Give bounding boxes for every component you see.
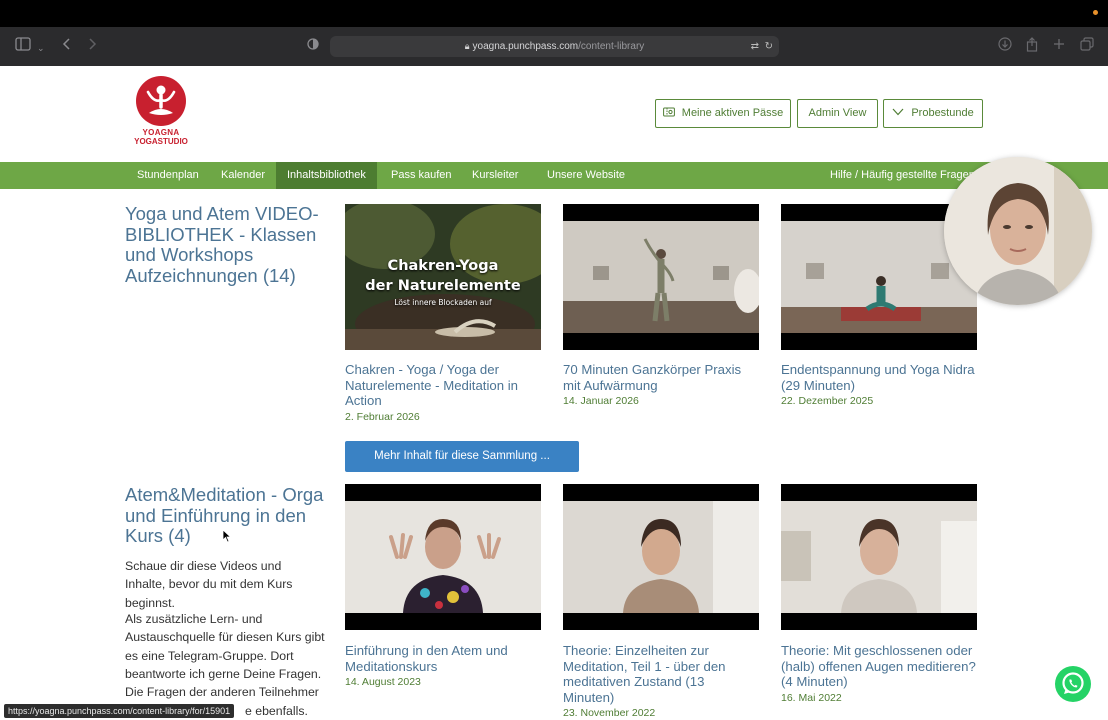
forward-icon[interactable] (87, 37, 97, 56)
admin-view-label: Admin View (808, 107, 867, 119)
nav-item-inhaltsbibliothek[interactable]: Inhaltsbibliothek (276, 162, 377, 189)
thumbnail-image (563, 501, 759, 613)
my-passes-label: Meine aktiven Pässe (681, 107, 784, 119)
logo-text-line1: YOAGNA (142, 128, 180, 137)
webcam-overlay (944, 157, 1092, 305)
top-bar (0, 0, 1108, 27)
new-tab-icon[interactable] (1053, 37, 1065, 55)
video-thumbnail[interactable] (563, 484, 759, 630)
logo-text-line2: YOGASTUDIO (134, 137, 188, 146)
tabs-icon[interactable] (1080, 37, 1094, 56)
thumbnail-image (345, 501, 541, 613)
status-bar-url: https://yoagna.punchpass.com/content-lib… (4, 704, 235, 718)
video-card-title[interactable]: Theorie: Mit geschlossenen oder (halb) o… (781, 643, 977, 690)
download-icon[interactable] (998, 37, 1012, 56)
trial-class-label: Probestunde (911, 107, 974, 119)
video-card-title[interactable]: Einführung in den Atem und Meditationsku… (345, 643, 541, 674)
video-thumbnail[interactable]: Chakren-Yoga der Naturelemente Löst inne… (345, 204, 541, 350)
thumbnail-overlay-line1: Chakren-Yoga (387, 258, 499, 274)
thumbnail-overlay-sub: Löst innere Blockaden auf (394, 298, 492, 307)
chevron-down-icon (892, 107, 907, 119)
video-thumbnail[interactable] (781, 484, 977, 630)
nav-item-stundenplan[interactable]: Stundenplan (126, 162, 210, 189)
sidebar-icon[interactable] (15, 37, 31, 56)
video-card-title[interactable]: Endentspannung und Yoga Nidra (29 Minute… (781, 362, 977, 393)
thumbnail-image (781, 501, 977, 613)
my-passes-button[interactable]: Meine aktiven Pässe (655, 99, 791, 128)
video-card-date: 22. Dezember 2025 (781, 395, 874, 407)
whatsapp-button[interactable] (1055, 666, 1091, 702)
nav-item-unsere-website[interactable]: Unsere Website (536, 162, 636, 189)
thumbnail-overlay-line2: der Naturelemente (365, 278, 521, 294)
studio-logo[interactable]: YOAGNA YOGASTUDIO (128, 76, 194, 154)
video-card-title[interactable]: Chakren - Yoga / Yoga der Naturelemente … (345, 362, 541, 409)
ticket-icon (662, 107, 678, 119)
thumbnail-image (563, 221, 759, 333)
browser-toolbar: ⌄ 🔒︎ yoagna.punchpass.com/content-library… (0, 27, 1108, 66)
shield-icon[interactable] (307, 37, 319, 56)
admin-view-button[interactable]: Admin View (797, 99, 878, 128)
reload-icon[interactable]: ↻ (765, 36, 773, 57)
recording-indicator (1093, 10, 1098, 15)
nav-item-kursleiter[interactable]: Kursleiter (461, 162, 529, 189)
nav-item-pass-kaufen[interactable]: Pass kaufen (380, 162, 463, 189)
whatsapp-icon (1062, 672, 1084, 694)
nav-item-kalender[interactable]: Kalender (210, 162, 276, 189)
url-path: /content-library (578, 41, 645, 52)
address-bar[interactable]: 🔒︎ yoagna.punchpass.com/content-library ⇄… (330, 36, 779, 57)
video-card-title[interactable]: 70 Minuten Ganzkörper Praxis mit Aufwärm… (563, 362, 759, 393)
logo-emblem (136, 76, 186, 126)
section-title-video-library[interactable]: Yoga und Atem VIDEO-BIBLIOTHEK - Klassen… (125, 203, 325, 286)
section-description-tail: e ebenfalls. (245, 704, 308, 718)
translate-icon[interactable]: ⇄ (751, 36, 759, 57)
video-card-date: 14. Januar 2026 (563, 395, 639, 407)
section-description: Als zusätzliche Lern- und Austauschquell… (125, 612, 325, 700)
video-card-date: 16. Mai 2022 (781, 692, 842, 704)
mouse-cursor-icon (222, 529, 232, 543)
back-icon[interactable] (62, 37, 72, 56)
video-thumbnail[interactable] (345, 484, 541, 630)
site-header: YOAGNA YOGASTUDIO Meine aktiven Pässe Ad… (0, 66, 1108, 162)
video-card-date: 2. Februar 2026 (345, 411, 420, 423)
video-card-title[interactable]: Theorie: Einzelheiten zur Meditation, Te… (563, 643, 759, 705)
trial-class-button[interactable]: Probestunde (883, 99, 983, 128)
video-card-date: 23. November 2022 (563, 707, 656, 719)
share-icon[interactable] (1026, 37, 1038, 57)
more-content-button[interactable]: Mehr Inhalt für diese Sammlung ... (345, 441, 579, 472)
chevron-down-icon[interactable]: ⌄ (37, 39, 45, 57)
video-card-date: 14. August 2023 (345, 676, 421, 688)
lock-icon: 🔒︎ (464, 41, 470, 51)
video-thumbnail[interactable] (563, 204, 759, 350)
section-description: Schaue dir diese Videos und Inhalte, bev… (125, 559, 293, 610)
main-nav: Stundenplan Kalender Inhaltsbibliothek P… (0, 162, 1108, 189)
webcam-image (944, 157, 1092, 305)
url-domain: yoagna.punchpass.com (472, 41, 579, 52)
